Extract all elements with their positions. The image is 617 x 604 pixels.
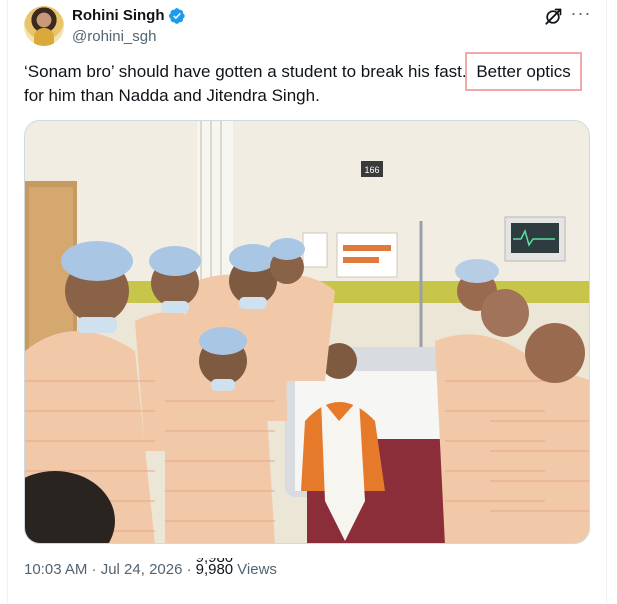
views-label: Views — [237, 561, 277, 578]
tweet-meta: 10:03 AM · Jul 24, 2026 · 9,980 9,980 Vi… — [24, 558, 277, 580]
more-options-icon[interactable]: ··· — [570, 4, 592, 26]
left-divider — [7, 0, 8, 604]
author-handle[interactable]: @rohini_sgh — [72, 27, 156, 47]
user-avatar[interactable] — [24, 6, 64, 46]
author-name-row: Rohini Singh — [72, 6, 186, 26]
tweet-text-part2: for him than Nadda and Jitendra Singh. — [24, 86, 320, 105]
tweet-text: ‘Sonam bro’ should have gotten a student… — [24, 52, 599, 108]
views-count-previous: 9,980 — [195, 549, 234, 566]
room-number: 166 — [364, 165, 379, 175]
tweet-text-highlight: Better optics — [465, 52, 582, 91]
tweet-timestamp[interactable]: 10:03 AM · Jul 24, 2026 · — [24, 560, 192, 580]
author-display-name[interactable]: Rohini Singh — [72, 6, 164, 26]
tweet-card: Rohini Singh @rohini_sgh ··· ‘Sonam bro’… — [0, 0, 617, 604]
tweet-photo[interactable]: 166 — [24, 120, 590, 544]
grok-icon[interactable] — [543, 7, 563, 27]
hospital-room-photo: 166 — [25, 121, 589, 543]
verified-badge-icon — [169, 8, 186, 24]
views-count: 9,980 9,980 — [196, 558, 234, 580]
tweet-text-part1: ‘Sonam bro’ should have gotten a student… — [24, 62, 472, 81]
right-divider — [606, 0, 607, 604]
